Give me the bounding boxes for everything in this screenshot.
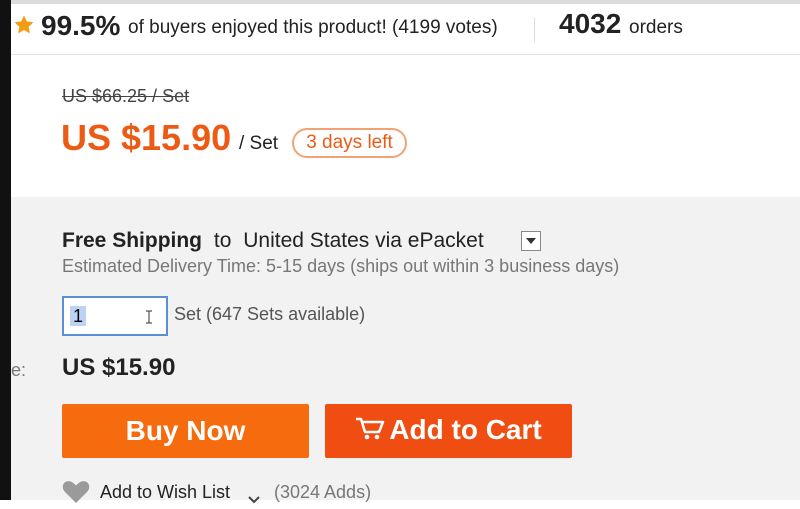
original-price: US $66.25 / Set [62,86,190,106]
buy-now-button[interactable]: Buy Now [62,404,309,458]
shipping-row: Free Shipping to United States via ePack… [62,229,484,253]
price-unit: / Set [239,133,279,154]
add-to-cart-button[interactable]: Add to Cart [325,404,572,458]
add-to-cart-label: Add to Cart [389,413,542,445]
quantity-input[interactable]: 1 [62,296,168,336]
shipping-to-label: to [213,229,232,252]
estimated-delivery: Estimated Delivery Time: 5-15 days (ship… [62,256,620,276]
star-icon [13,14,35,36]
quantity-available: Set (647 Sets available) [174,304,366,324]
buy-now-label: Buy Now [125,415,246,446]
text-cursor-icon [144,310,154,329]
shipping-dropdown-button[interactable] [521,231,541,251]
caret-down-icon [526,238,536,244]
options-section: Free Shipping to United States via ePack… [11,197,800,504]
rating-row: 99.5% of buyers enjoyed this product! (4… [11,4,800,55]
heart-icon[interactable] [62,480,90,509]
total-price: US $15.90 [62,354,176,381]
orders-label: orders [629,17,683,38]
chevron-down-icon[interactable] [248,488,260,509]
cart-icon [355,416,385,449]
divider [534,18,535,42]
total-label-stub: e: [11,360,27,380]
shipping-destination[interactable]: United States via ePacket [243,229,483,252]
orders-count: 4032 [559,8,622,39]
rating-percent: 99.5% [41,10,121,41]
sale-price: US $15.90 [61,117,232,158]
countdown-badge: 3 days left [292,128,407,158]
left-edge [0,0,11,500]
rating-text: of buyers enjoyed this product! (4199 vo… [128,17,498,38]
free-shipping-label: Free Shipping [62,229,203,252]
quantity-value: 1 [70,306,87,326]
price-section: US $66.25 / Set US $15.90 / Set 3 days l… [11,55,800,197]
